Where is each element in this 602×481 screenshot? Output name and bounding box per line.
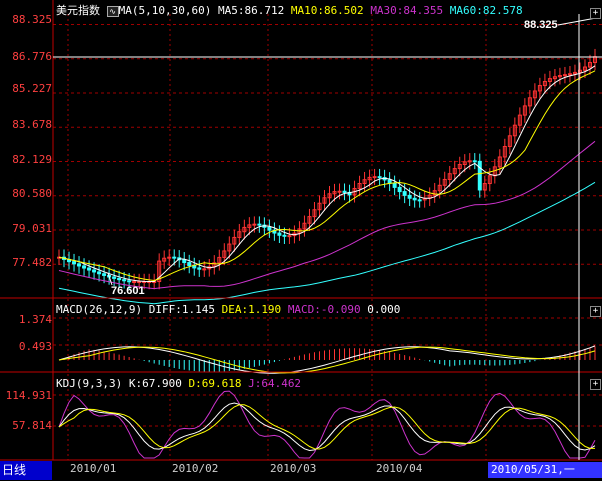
main-header: 美元指数 ∿ MA(5,10,30,60) MA5:86.712 MA10:86.…: [56, 2, 523, 18]
expand-plus-icon[interactable]: +: [590, 306, 601, 317]
macd-header: MACD(26,12,9) DIFF:1.145 DEA:1.190 MACD:…: [56, 303, 400, 316]
candle-body: [77, 263, 82, 267]
candle-body: [72, 261, 77, 265]
candle-body: [342, 190, 347, 193]
macd-params: MACD(26,12,9): [56, 303, 143, 316]
j-line: [58, 390, 596, 459]
ma5-line: [58, 65, 596, 282]
y-tick: 80.580: [12, 187, 52, 200]
diff-line: [58, 345, 596, 374]
ma10-line: [58, 70, 596, 282]
high-marker-label: 88.325: [524, 19, 558, 31]
moving-average-lines: [58, 65, 596, 305]
candle-body: [187, 262, 192, 267]
cursor-date-readout: 2010/05/31,一: [488, 462, 602, 478]
kdj-params: KDJ(9,3,3): [56, 377, 123, 390]
candle-body: [407, 194, 412, 199]
macd-y-tick: 1.374: [18, 313, 52, 326]
d-value: D:69.618: [188, 377, 242, 390]
candle-body: [137, 281, 142, 284]
y-tick: 85.227: [12, 82, 52, 95]
candle-body: [102, 273, 107, 276]
candle-body: [267, 226, 272, 231]
candle-body: [402, 191, 407, 196]
y-tick: 83.678: [12, 118, 52, 131]
kdj-header: KDJ(9,3,3) K:67.900 D:69.618 J:64.462: [56, 377, 301, 390]
ma60-value: MA60:82.578: [449, 4, 523, 17]
candle-body: [277, 232, 282, 236]
x-tick: 2010/04: [376, 462, 423, 475]
candle-body: [412, 197, 417, 201]
x-tick: 2010/03: [270, 462, 317, 475]
y-tick: 79.031: [12, 222, 52, 235]
grid-lines: [53, 14, 602, 460]
candle-body: [182, 259, 187, 264]
macd-y-tick: 0.493: [18, 340, 52, 353]
candle-body: [392, 182, 397, 188]
expand-plus-icon[interactable]: +: [590, 8, 601, 19]
candle-body: [567, 73, 572, 76]
candle-body: [97, 271, 102, 275]
zero-value: 0.000: [367, 303, 401, 316]
candle-body: [377, 176, 382, 179]
candle-body: [287, 235, 292, 238]
x-tick: 2010/02: [172, 462, 219, 475]
ma5-value: MA5:86.712: [217, 4, 285, 17]
y-tick: 88.325: [12, 13, 52, 26]
candle-body: [477, 160, 482, 191]
chart-canvas[interactable]: [0, 0, 602, 481]
candle-body: [122, 279, 127, 282]
kdj-y-tick: 57.814: [12, 419, 52, 432]
candle-body: [127, 280, 132, 283]
candle-body: [82, 265, 87, 269]
diff-value: DIFF:1.145: [148, 303, 215, 316]
candle-body: [372, 176, 377, 179]
j-value: J:64.462: [248, 377, 302, 390]
candle-body: [172, 256, 177, 259]
expand-plus-icon[interactable]: +: [590, 379, 601, 390]
candle-body: [252, 223, 257, 226]
candle-body: [87, 267, 92, 271]
candle-body: [117, 277, 122, 281]
candle-body: [197, 267, 202, 270]
y-tick: 82.129: [12, 153, 52, 166]
candle-body: [337, 190, 342, 193]
candle-body: [132, 281, 137, 284]
candle-body: [397, 186, 402, 193]
candle-body: [282, 234, 287, 237]
ma30-line: [58, 140, 596, 290]
high-pointer: [557, 17, 597, 26]
ma-params: MA(5,10,30,60): [118, 4, 212, 17]
candle-body: [257, 223, 262, 226]
y-tick: 86.776: [12, 50, 52, 63]
candle-body: [92, 269, 97, 273]
candle-body: [202, 268, 207, 271]
kdj-y-tick: 114.931: [5, 389, 52, 402]
low-marker-label: 76.601: [111, 285, 145, 297]
kdj-lines: [58, 390, 596, 459]
x-tick: 2010/01: [70, 462, 117, 475]
macd-lines: [58, 345, 596, 374]
ma10-value: MA10:86.502: [290, 4, 364, 17]
macd-value: MACD:-0.090: [287, 303, 361, 316]
candlestick-series: [57, 48, 597, 290]
instrument-title: 美元指数: [56, 4, 100, 17]
k-value: K:67.900: [128, 377, 182, 390]
candle-body: [562, 74, 567, 77]
ma30-value: MA30:84.355: [370, 4, 444, 17]
candle-body: [472, 160, 477, 163]
ma-toggle-icon[interactable]: ∿: [106, 6, 119, 17]
y-tick: 77.482: [12, 256, 52, 269]
dea-value: DEA:1.190: [221, 303, 282, 316]
period-selector[interactable]: 日线: [0, 461, 52, 480]
candle-body: [112, 276, 117, 279]
candle-body: [417, 199, 422, 202]
